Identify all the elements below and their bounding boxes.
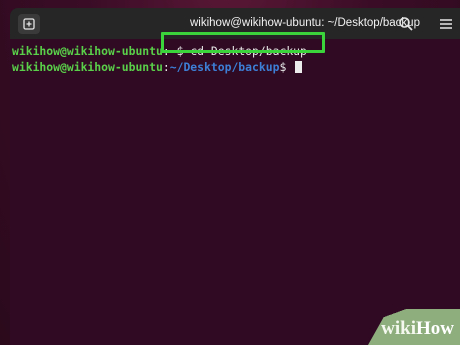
new-tab-button[interactable] <box>18 14 40 34</box>
prompt-path: ~/Desktop/backup <box>169 60 280 74</box>
prompt-user-host: wikihow@wikihow-ubuntu <box>12 44 163 58</box>
window-title: wikihow@wikihow-ubuntu: ~/Desktop/backup <box>190 17 420 29</box>
text-cursor <box>295 61 303 73</box>
terminal-window[interactable]: wikihow@wikihow-ubuntu: ~/Desktop/backup… <box>10 8 460 345</box>
terminal-line: wikihow@wikihow-ubuntu:~/Desktop/backup$ <box>12 59 307 75</box>
menu-icon[interactable] <box>438 16 454 32</box>
prompt-user-host: wikihow@wikihow-ubuntu <box>12 60 163 74</box>
new-tab-icon <box>23 18 35 30</box>
search-icon[interactable] <box>398 16 414 32</box>
watermark-logo: wikiHow <box>381 318 454 339</box>
prompt-symbol: $ <box>279 60 294 74</box>
command-highlight-box <box>161 32 325 53</box>
prompt-separator: : <box>162 60 170 74</box>
